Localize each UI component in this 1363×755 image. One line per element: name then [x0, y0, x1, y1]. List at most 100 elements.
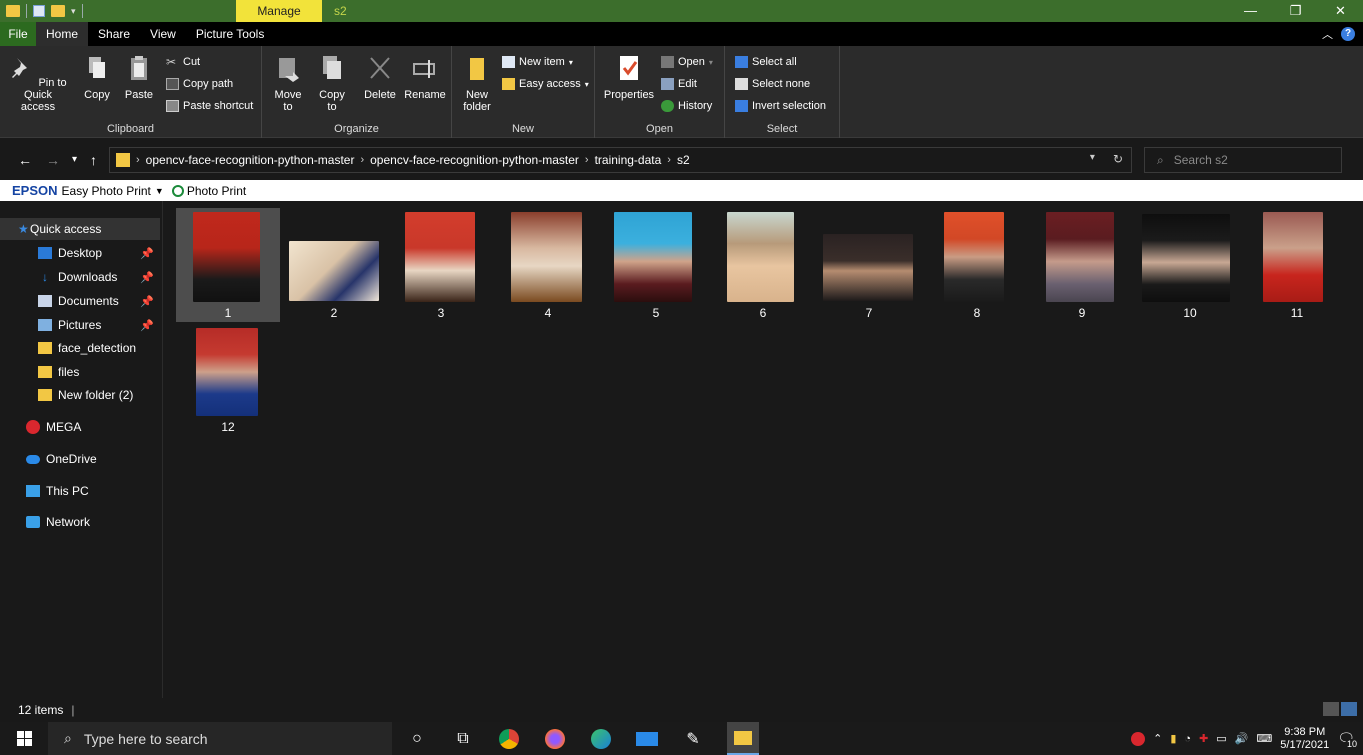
maximize-button[interactable]: ❐	[1273, 0, 1318, 22]
pin-icon[interactable]: 📌	[140, 247, 154, 260]
sidebar-item-face-detection[interactable]: face_detection	[0, 337, 160, 359]
recent-locations-icon[interactable]: ▾	[72, 154, 77, 165]
breadcrumb[interactable]: training-data	[595, 153, 662, 167]
file-thumbnail[interactable]: 6	[711, 208, 815, 322]
forward-icon[interactable]: →	[46, 152, 60, 168]
move-to-button[interactable]: Move to	[270, 54, 306, 113]
breadcrumb[interactable]: opencv-face-recognition-python-master	[146, 153, 355, 167]
file-thumbnail[interactable]: 11	[1245, 208, 1349, 322]
start-button[interactable]	[0, 722, 48, 755]
copy-to-button[interactable]: Copy to	[314, 54, 350, 113]
paste-shortcut-button[interactable]: Paste shortcut	[166, 100, 253, 112]
firefox-icon[interactable]	[543, 727, 567, 751]
tab-picture-tools[interactable]: Picture Tools	[186, 22, 274, 46]
tab-share[interactable]: Share	[88, 22, 140, 46]
security-icon[interactable]: ✚	[1199, 732, 1208, 745]
new-folder-icon[interactable]	[51, 5, 65, 17]
file-thumbnail[interactable]: 5	[604, 208, 708, 322]
open-button[interactable]: Open ▾	[661, 56, 713, 68]
file-thumbnail[interactable]: 7	[817, 208, 921, 322]
file-explorer-icon[interactable]	[727, 722, 759, 755]
chevron-down-icon[interactable]: ▾	[71, 6, 76, 17]
invert-selection-button[interactable]: Invert selection	[735, 100, 826, 112]
up-icon[interactable]: ↑	[90, 152, 97, 168]
delete-button[interactable]: Delete	[360, 54, 400, 101]
close-button[interactable]: ✕	[1318, 0, 1363, 22]
easy-photo-print-button[interactable]: Easy Photo Print	[62, 184, 151, 198]
photo-print-button[interactable]: Photo Print	[171, 184, 246, 198]
snipping-tool-icon[interactable]: ✎	[681, 727, 705, 751]
battery-icon[interactable]: ▭	[1216, 732, 1226, 745]
new-item-button[interactable]: New item ▾	[502, 56, 573, 68]
pin-icon[interactable]: 📌	[140, 319, 154, 332]
select-none-button[interactable]: Select none	[735, 78, 810, 90]
history-button[interactable]: History	[661, 100, 712, 112]
tab-home[interactable]: Home	[36, 22, 89, 46]
file-thumbnail[interactable]: 3	[389, 208, 493, 322]
copy-button[interactable]: Copy	[80, 54, 114, 101]
breadcrumb[interactable]: s2	[677, 153, 690, 167]
sidebar-item-desktop[interactable]: Desktop 📌	[0, 242, 160, 264]
file-thumbnail[interactable]: 12	[176, 322, 280, 436]
breadcrumb[interactable]: opencv-face-recognition-python-master	[370, 153, 579, 167]
file-thumbnail[interactable]: 9	[1030, 208, 1134, 322]
file-thumbnail[interactable]: 4	[496, 208, 600, 322]
usb-icon[interactable]: ▮	[1170, 732, 1176, 745]
tab-file[interactable]: File	[0, 22, 36, 46]
manage-context-tab[interactable]: Manage	[236, 0, 322, 22]
collapse-ribbon-icon[interactable]: ︿	[1322, 26, 1333, 42]
select-all-button[interactable]: Select all	[735, 56, 797, 68]
details-view-icon[interactable]	[1323, 702, 1339, 716]
rename-button[interactable]: Rename	[402, 54, 448, 101]
address-bar[interactable]: › opencv-face-recognition-python-master …	[109, 147, 1132, 173]
task-view-icon[interactable]: ⧉	[451, 727, 475, 751]
properties-button[interactable]: Properties	[599, 54, 659, 101]
refresh-icon[interactable]: ↻	[1113, 152, 1123, 166]
edit-button[interactable]: Edit	[661, 78, 697, 90]
chrome-icon[interactable]	[497, 727, 521, 751]
pin-icon[interactable]: 📌	[140, 271, 154, 284]
sidebar-item-documents[interactable]: Documents 📌	[0, 290, 160, 312]
properties-icon[interactable]	[33, 5, 45, 17]
volume-icon[interactable]: 🔊	[1235, 732, 1249, 745]
pin-icon[interactable]: 📌	[140, 295, 154, 308]
notification-arrow-icon[interactable]: ⌃	[1153, 732, 1162, 745]
sidebar-item-network[interactable]: Network	[0, 511, 160, 533]
new-folder-button[interactable]: New folder	[458, 54, 496, 113]
copy-path-button[interactable]: Copy path	[166, 78, 233, 90]
cortana-icon[interactable]: ○	[405, 727, 429, 751]
help-icon[interactable]: ?	[1341, 27, 1355, 41]
mega-tray-icon[interactable]	[1131, 731, 1146, 746]
file-thumbnail[interactable]: 8	[925, 208, 1029, 322]
sidebar-item-quick-access[interactable]: ★ Quick access	[0, 218, 160, 240]
chevron-down-icon[interactable]: ▾	[1090, 152, 1095, 166]
tab-view[interactable]: View	[140, 22, 186, 46]
keyboard-icon[interactable]: ⌨	[1256, 732, 1272, 745]
chevron-down-icon[interactable]: ▼	[155, 186, 164, 196]
clock[interactable]: 9:38 PM 5/17/2021	[1280, 726, 1329, 752]
sidebar-item-files[interactable]: files	[0, 361, 160, 383]
sidebar-item-new-folder-2[interactable]: New folder (2)	[0, 384, 160, 406]
sidebar-item-pictures[interactable]: Pictures 📌	[0, 314, 160, 336]
file-thumbnail[interactable]: 10	[1138, 208, 1242, 322]
sidebar-item-this-pc[interactable]: This PC	[0, 480, 160, 502]
easy-access-button[interactable]: Easy access ▾	[502, 78, 589, 90]
edge-icon[interactable]	[589, 727, 613, 751]
minimize-button[interactable]: —	[1228, 0, 1273, 22]
large-icons-view-icon[interactable]	[1341, 702, 1357, 716]
search-input[interactable]: ⌕ Search s2	[1144, 147, 1342, 173]
wifi-icon[interactable]: ◔	[1184, 733, 1191, 745]
file-thumbnail[interactable]: 1	[176, 208, 280, 322]
pin-to-quick-access-button[interactable]: Pin to Quick access	[6, 54, 70, 113]
cut-button[interactable]: ✂ Cut	[166, 56, 200, 68]
mail-icon[interactable]	[635, 727, 659, 751]
file-thumbnail[interactable]: 2	[282, 208, 386, 322]
sidebar-item-onedrive[interactable]: OneDrive	[0, 448, 160, 470]
back-icon[interactable]: ←	[18, 152, 32, 168]
sidebar-item-downloads[interactable]: ↓ Downloads 📌	[0, 266, 160, 288]
taskbar-search-input[interactable]: ⌕ Type here to search	[48, 722, 392, 755]
sidebar-item-mega[interactable]: MEGA	[0, 416, 160, 438]
notification-center-icon[interactable]: 🗨 10	[1337, 730, 1359, 749]
search-icon: ⌕	[1157, 152, 1164, 167]
paste-button[interactable]: Paste	[120, 54, 158, 101]
